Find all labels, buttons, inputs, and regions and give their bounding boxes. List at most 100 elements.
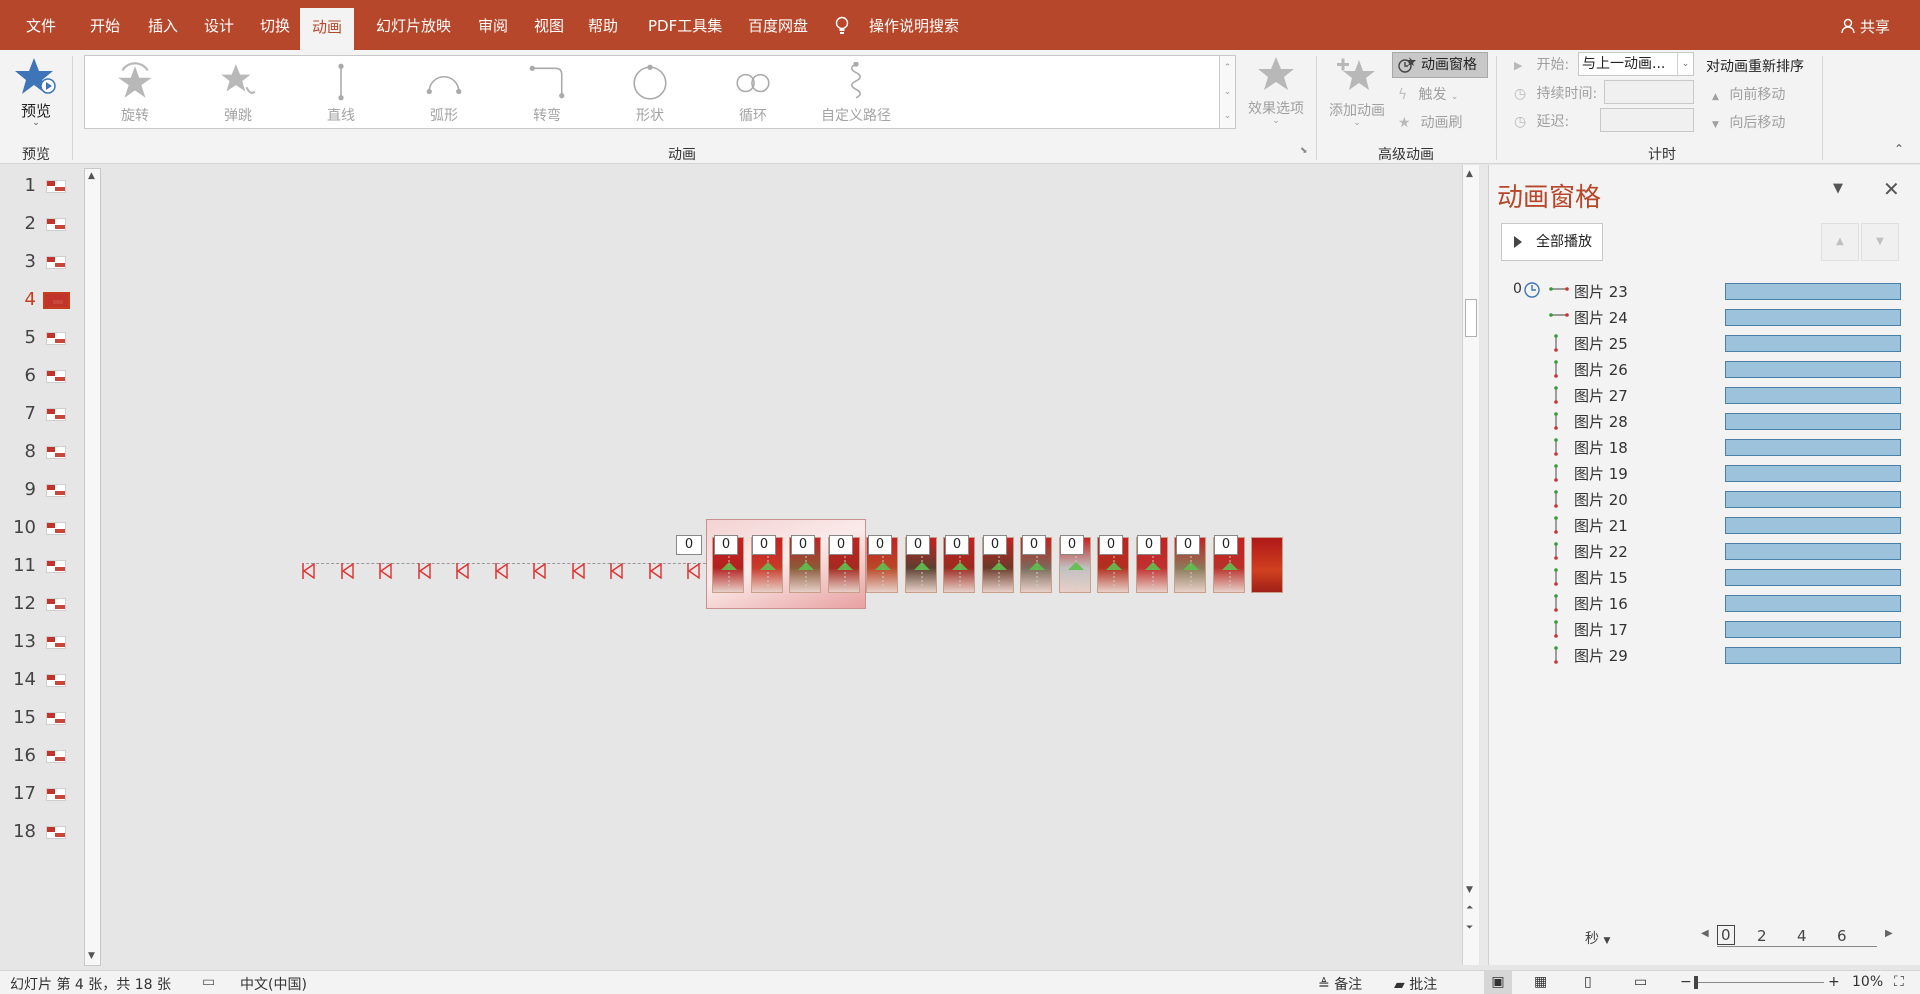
close-icon[interactable]: ✕ xyxy=(1883,177,1900,201)
tab-2[interactable]: 插入 xyxy=(144,0,182,50)
slide-thumbnail-1[interactable]: 1 xyxy=(0,173,90,201)
move-up-button[interactable]: ▲ xyxy=(1821,223,1859,261)
motion-path-marker[interactable] xyxy=(340,562,355,583)
animation-timing-bar[interactable] xyxy=(1725,361,1901,378)
language-indicator[interactable]: 中文(中国) xyxy=(240,974,307,994)
spellcheck-icon[interactable]: ▭ xyxy=(202,974,215,990)
pane-options-icon[interactable]: ▼ xyxy=(1833,181,1843,196)
effect-3[interactable]: 弧形 xyxy=(394,56,494,128)
tab-1[interactable]: 开始 xyxy=(86,0,124,50)
effect-0[interactable]: 旋转 xyxy=(85,56,185,128)
scroll-thumb[interactable] xyxy=(1465,299,1477,337)
tab-3[interactable]: 设计 xyxy=(200,0,238,50)
tab-6[interactable]: 幻灯片放映 xyxy=(372,0,455,50)
slide-thumbnail-15[interactable]: 15 xyxy=(0,705,90,733)
animation-order-badge[interactable]: 0 xyxy=(945,535,969,555)
animation-item[interactable]: 图片 20 xyxy=(1489,485,1920,511)
animation-order-badge[interactable]: 0 xyxy=(1022,535,1046,555)
motion-path-marker[interactable] xyxy=(302,562,316,583)
motion-path-marker[interactable] xyxy=(687,562,701,583)
animation-order-badge[interactable]: 0 xyxy=(752,535,776,555)
animation-order-badge[interactable]: 0 xyxy=(1214,535,1238,555)
start-dropdown[interactable]: 与上一动画... ⌄ xyxy=(1578,52,1694,76)
scroll-up-icon[interactable]: ▲ xyxy=(1466,169,1473,179)
preview-button[interactable]: 预览 ⌄ xyxy=(8,54,64,132)
gallery-scroll[interactable]: ⌃ ⌄ ⌄ xyxy=(1220,55,1236,129)
slide-thumbnail-7[interactable]: 7 xyxy=(0,401,90,429)
slide-thumbnail-3[interactable]: 3 xyxy=(0,249,90,277)
effect-1[interactable]: 弹跳 xyxy=(188,56,288,128)
slide-thumbnail-11[interactable]: 11 xyxy=(0,553,90,581)
notes-button[interactable]: ≜ 备注 xyxy=(1318,974,1362,994)
effect-6[interactable]: 循环 xyxy=(703,56,803,128)
scroll-up-icon[interactable]: ▲ xyxy=(88,171,95,181)
tab-5[interactable]: 动画 xyxy=(300,8,355,50)
animation-timing-bar[interactable] xyxy=(1725,543,1901,560)
slide-thumbnail-4[interactable]: 4 xyxy=(0,287,90,315)
collapse-ribbon-icon[interactable]: ⌃ xyxy=(1894,142,1904,156)
slide-sorter-icon[interactable]: ▦ xyxy=(1534,974,1547,990)
animation-timing-bar[interactable] xyxy=(1725,595,1901,612)
zoom-out-icon[interactable]: − xyxy=(1680,974,1692,990)
animation-order-badge[interactable]: 0 xyxy=(791,535,815,555)
share-button[interactable]: 共享 xyxy=(1841,0,1890,50)
slide-thumbnail-13[interactable]: 13 xyxy=(0,629,90,657)
tab-10[interactable]: PDF工具集 xyxy=(644,0,726,50)
animation-timing-bar[interactable] xyxy=(1725,387,1901,404)
delay-spinner[interactable] xyxy=(1600,108,1694,132)
animation-timing-bar[interactable] xyxy=(1725,413,1901,430)
effect-2[interactable]: 直线 xyxy=(291,56,391,128)
next-slide-icon[interactable]: ⏷ xyxy=(1466,923,1473,933)
pane-splitter[interactable] xyxy=(1480,165,1488,965)
tab-0[interactable]: 文件 xyxy=(22,0,60,50)
animation-item[interactable]: 图片 24 xyxy=(1489,303,1920,329)
move-earlier-button[interactable]: ▲ 向前移动 xyxy=(1712,84,1785,104)
slide-thumbnail-18[interactable]: 18 xyxy=(0,819,90,847)
duration-spinner[interactable] xyxy=(1604,80,1694,104)
animation-order-badge[interactable]: 0 xyxy=(906,535,930,555)
motion-path-marker[interactable] xyxy=(379,562,393,583)
slide-thumbnail-8[interactable]: 8 xyxy=(0,439,90,467)
zoom-slider-thumb[interactable] xyxy=(1694,976,1698,989)
animation-order-badge[interactable]: 0 xyxy=(983,535,1007,555)
animation-item[interactable]: 图片 22 xyxy=(1489,537,1920,563)
animation-order-badge[interactable]: 0 xyxy=(829,535,853,555)
slide-thumbnail-10[interactable]: 10 xyxy=(0,515,90,543)
normal-view-icon[interactable]: ▣ xyxy=(1484,971,1512,994)
animation-item[interactable]: 图片 26 xyxy=(1489,355,1920,381)
scroll-down-icon[interactable]: ▼ xyxy=(88,951,95,961)
canvas-scrollbar[interactable]: ▲ ▼ ⏶ ⏷ xyxy=(1462,165,1479,965)
animation-order-badge[interactable]: 0 xyxy=(676,535,702,555)
move-down-button[interactable]: ▼ xyxy=(1861,223,1899,261)
tell-me-search[interactable]: 操作说明搜索 xyxy=(835,0,959,50)
effect-4[interactable]: 转弯 xyxy=(497,56,597,128)
animation-timing-bar[interactable] xyxy=(1725,439,1901,456)
animation-timing-bar[interactable] xyxy=(1725,309,1901,326)
slide-thumbnail-17[interactable]: 17 xyxy=(0,781,90,809)
slideshow-icon[interactable]: ▭ xyxy=(1634,974,1647,990)
motion-path-marker[interactable] xyxy=(648,562,663,583)
effect-options-button[interactable]: 效果选项 ⌄ xyxy=(1238,54,1314,134)
tab-4[interactable]: 切换 xyxy=(256,0,294,50)
animation-item[interactable]: 图片 17 xyxy=(1489,615,1920,641)
animation-order-badge[interactable]: 0 xyxy=(1060,535,1084,555)
timeline-right-icon[interactable]: ▶ xyxy=(1885,928,1893,939)
scroll-down-icon[interactable]: ▼ xyxy=(1466,885,1473,895)
zoom-in-icon[interactable]: + xyxy=(1828,974,1840,990)
slide-thumbnail-9[interactable]: 9 xyxy=(0,477,90,505)
trigger-button[interactable]: ϟ 触发 ⌄ xyxy=(1398,84,1458,104)
add-animation-button[interactable]: 添加动画 ⌄ xyxy=(1324,54,1390,134)
animation-order-badge[interactable]: 0 xyxy=(1137,535,1161,555)
slide-thumbnail-6[interactable]: 6 xyxy=(0,363,90,391)
animation-timing-bar[interactable] xyxy=(1725,569,1901,586)
motion-path-marker[interactable] xyxy=(456,562,470,583)
animation-pane-button[interactable]: 动画窗格 xyxy=(1392,52,1488,78)
slide-thumbnail-2[interactable]: 2 xyxy=(0,211,90,239)
animation-timing-bar[interactable] xyxy=(1725,283,1901,300)
animation-item[interactable]: 图片 28 xyxy=(1489,407,1920,433)
move-later-button[interactable]: ▼ 向后移动 xyxy=(1712,112,1785,132)
animation-item[interactable]: 0 图片 23 xyxy=(1489,277,1920,303)
play-all-button[interactable]: 全部播放 xyxy=(1501,223,1603,261)
tab-7[interactable]: 审阅 xyxy=(474,0,512,50)
animation-item[interactable]: 图片 21 xyxy=(1489,511,1920,537)
